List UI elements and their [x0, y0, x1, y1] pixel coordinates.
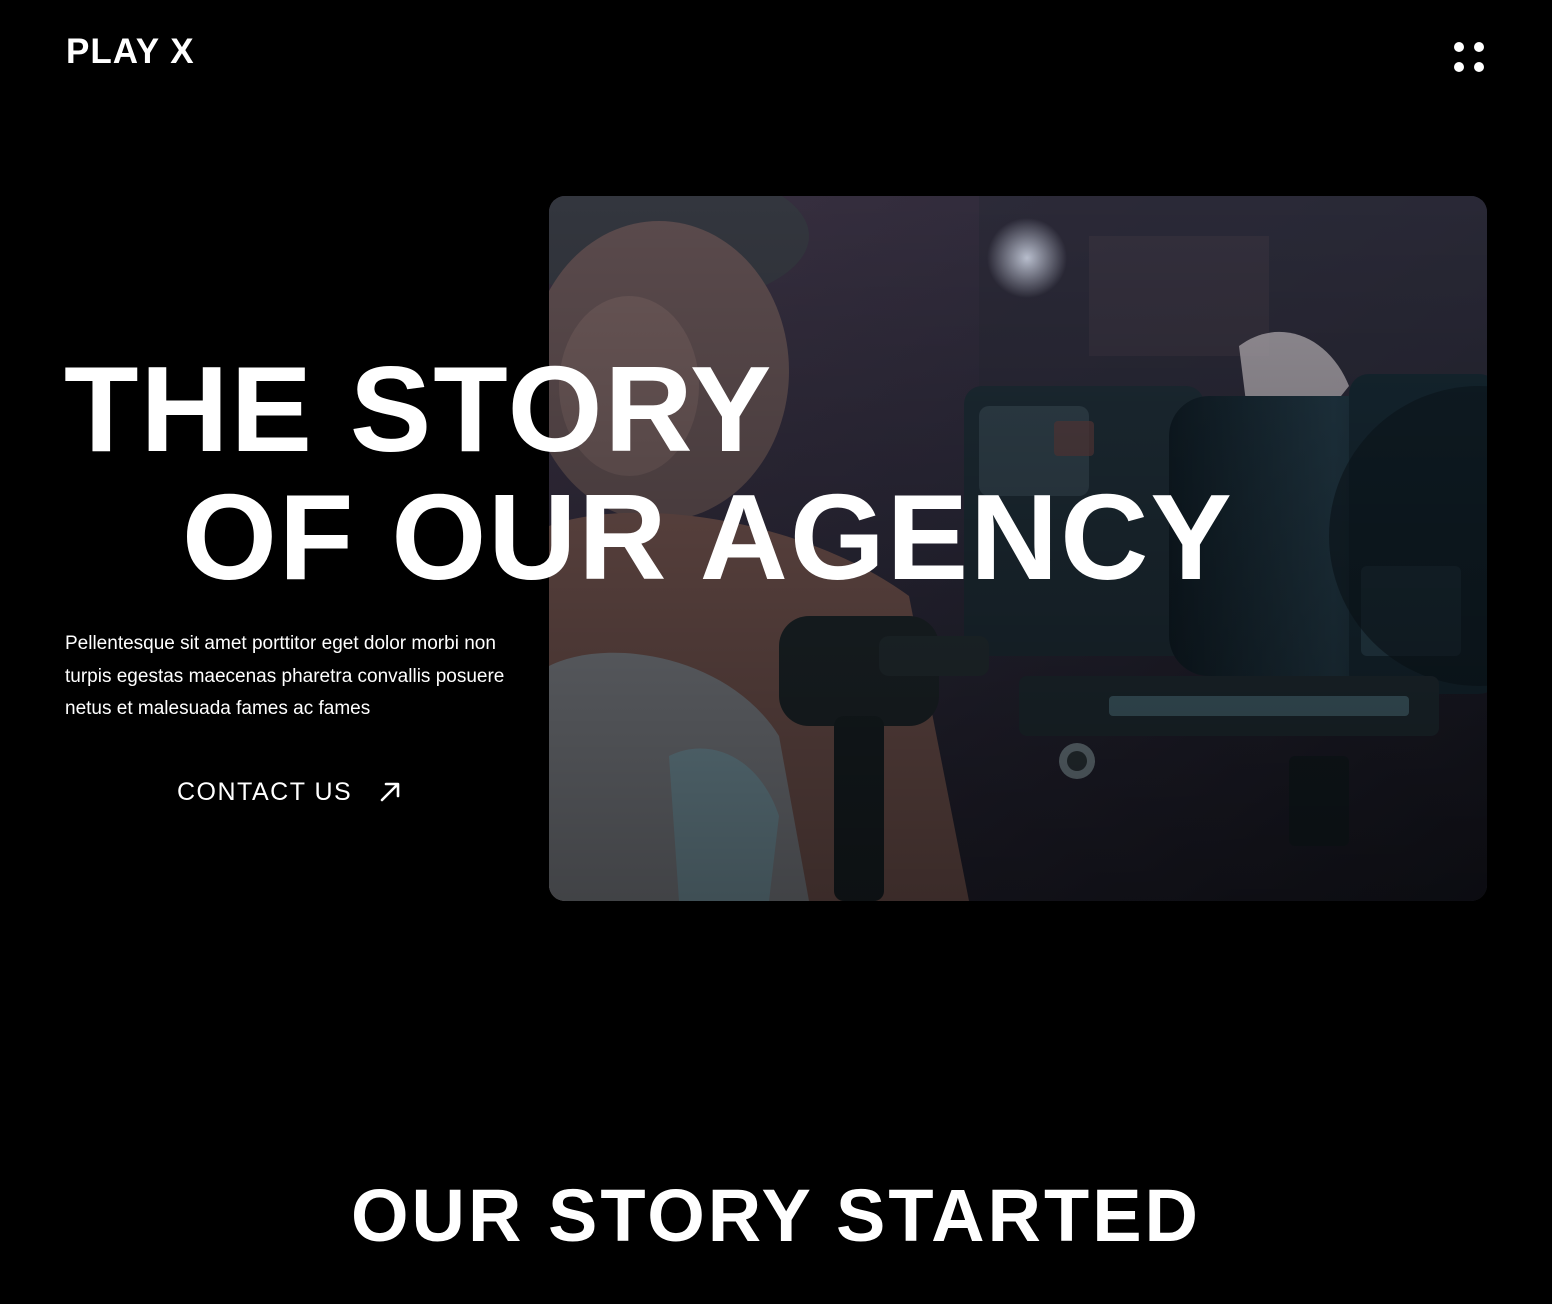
hero-title-line1: THE STORY — [64, 341, 774, 477]
contact-us-label: CONTACT US — [177, 777, 353, 806]
menu-button[interactable] — [1444, 32, 1494, 82]
contact-us-link[interactable]: CONTACT US — [177, 770, 402, 814]
hero-title-line2: OF OUR AGENCY — [182, 469, 1234, 605]
logo[interactable]: PLAY X — [66, 30, 195, 74]
grid-dot — [1454, 62, 1464, 72]
hero-description: Pellentesque sit amet porttitor eget dol… — [65, 633, 505, 719]
arrow-up-right-icon — [380, 782, 400, 802]
hero-title: THE STORY OF OUR AGENCY — [64, 345, 1234, 601]
grid-dot — [1474, 42, 1484, 52]
section-title: OUR STORY STARTED — [350, 1174, 1201, 1257]
grid-dot — [1474, 62, 1484, 72]
grid-dots-icon — [1454, 42, 1464, 52]
